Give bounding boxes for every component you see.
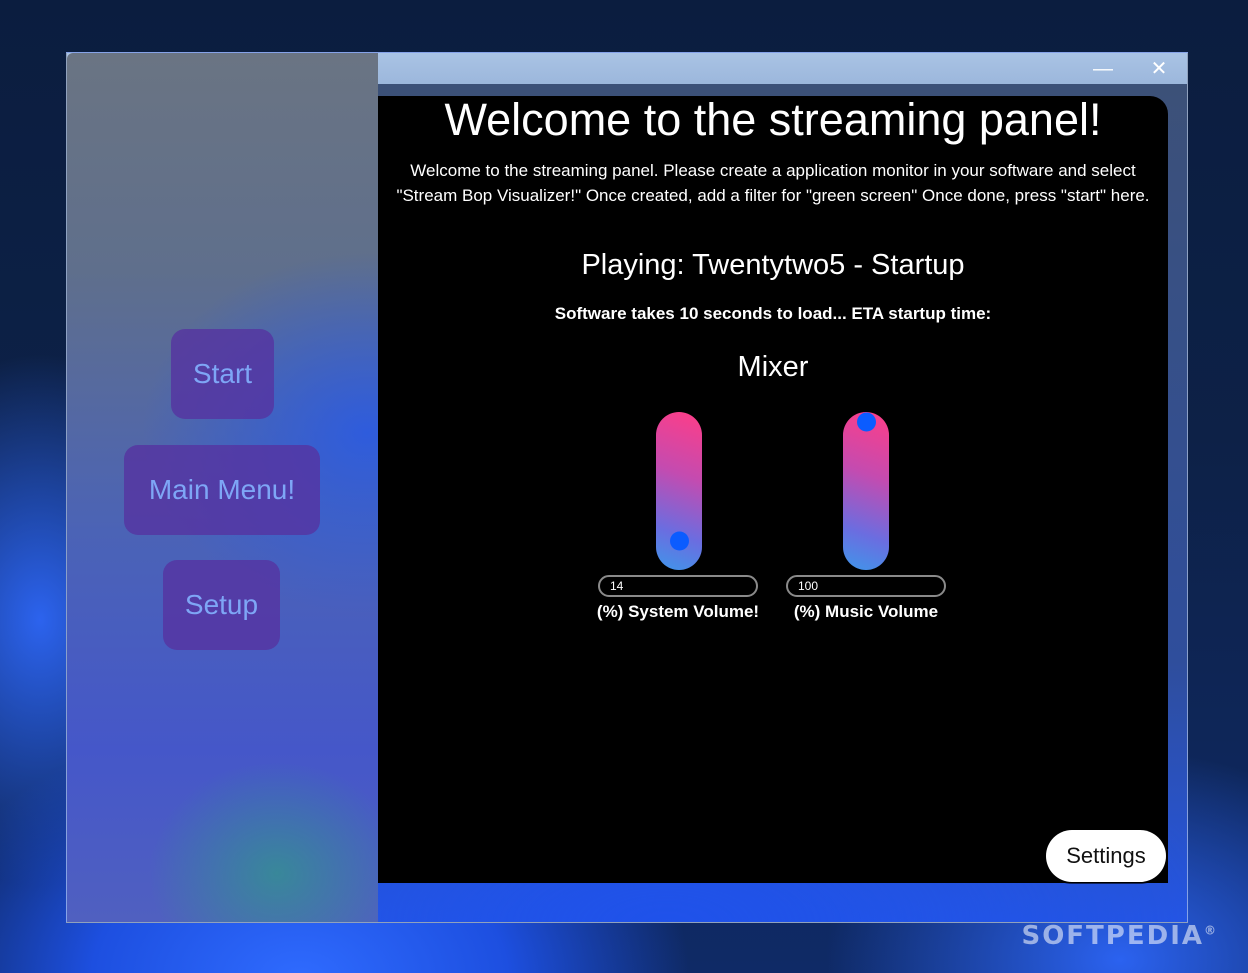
intro-text: Welcome to the streaming panel. Please c…	[396, 161, 1150, 205]
system-volume-slider-knob[interactable]	[670, 531, 689, 551]
sidebar: Start Main Menu! Setup	[67, 53, 378, 922]
eta-text: Software takes 10 seconds to load... ETA…	[554, 304, 992, 323]
minimize-button[interactable]: —	[1083, 57, 1123, 81]
music-volume-slider[interactable]	[843, 412, 889, 570]
system-volume-slider[interactable]	[656, 412, 702, 570]
mixer-title: Mixer	[737, 351, 809, 383]
music-volume-slider-knob[interactable]	[857, 412, 876, 432]
start-button[interactable]: Start	[171, 329, 274, 419]
main-menu-button[interactable]: Main Menu!	[124, 445, 320, 535]
system-volume-label: (%) System Volume!	[596, 602, 760, 621]
app-window: — ✕ Start Main Menu! Setup Welcome to th…	[66, 52, 1188, 923]
music-volume-input[interactable]	[786, 575, 946, 597]
system-volume-input[interactable]	[598, 575, 758, 597]
setup-button[interactable]: Setup	[163, 560, 280, 650]
streaming-panel: Welcome to the streaming panel! Welcome …	[378, 94, 1168, 883]
now-playing-text: Playing: Twentytwo5 - Startup	[581, 249, 965, 281]
music-volume-label: (%) Music Volume	[793, 602, 939, 621]
page-title: Welcome to the streaming panel!	[444, 94, 1102, 145]
settings-button[interactable]: Settings	[1046, 830, 1166, 882]
close-button[interactable]: ✕	[1139, 57, 1179, 81]
softpedia-watermark: SOFTPEDIA®	[1021, 921, 1218, 951]
